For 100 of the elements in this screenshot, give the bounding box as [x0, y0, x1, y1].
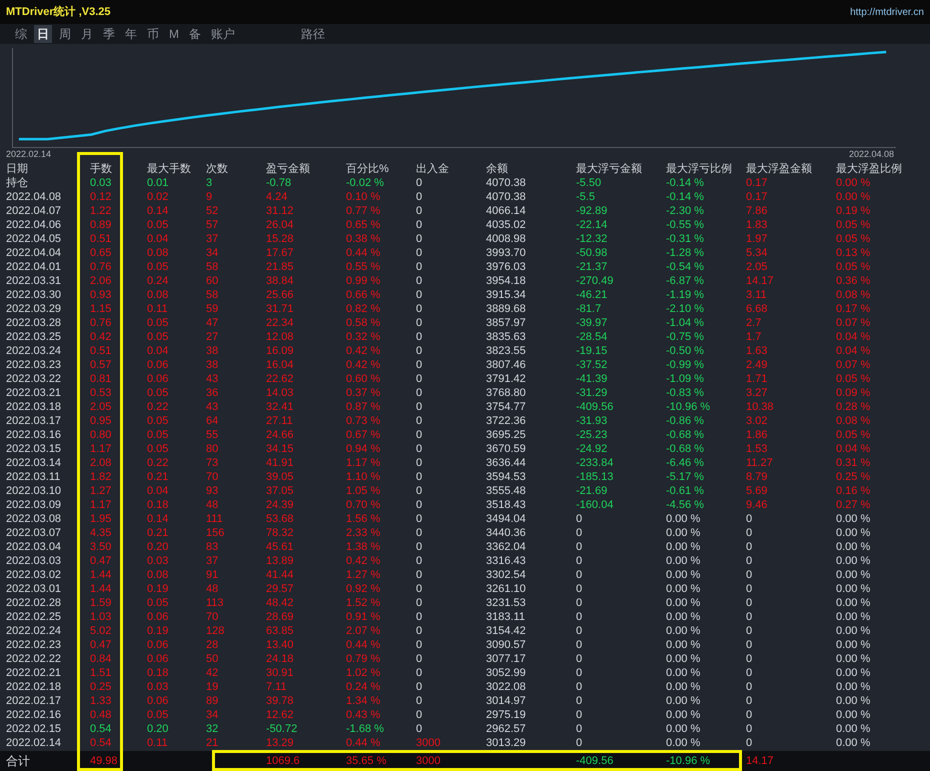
table-cell-text: 31.12 [266, 204, 295, 218]
table-cell-text: 0.00 % [836, 638, 872, 652]
table-cell-text: 38.84 [266, 274, 295, 288]
table-cell-text: 0.81 [89, 372, 112, 386]
table-cell-text: 3835.63 [486, 330, 527, 344]
table-cell-text: 0.57 [89, 358, 112, 372]
table-cell-text: 0.00 % [666, 596, 702, 610]
table-cell-text: 39.78 [266, 694, 295, 708]
table-cell-text: 57 [206, 218, 220, 232]
table-cell-text: 1.22 [89, 204, 112, 218]
table-cell-text: 26.04 [266, 218, 295, 232]
table-cell-text: 70 [206, 470, 220, 484]
table-cell-text: 0 [416, 596, 424, 610]
table-cell-text: 0 [416, 540, 424, 554]
table-cell-text: 0.51 [89, 232, 112, 246]
table-cell-text: 2022.02.18 [6, 680, 62, 694]
table-cell-text: 21 [206, 736, 220, 750]
table-cell-text: 0.03 [147, 680, 170, 694]
table-cell-text: 0.00 % [836, 554, 872, 568]
table-cell-text: 0 [746, 736, 754, 750]
table-cell-text: 0 [416, 442, 424, 456]
table-cell-text: 0 [576, 694, 584, 708]
table-cell-text: 0.22 [147, 400, 170, 414]
table-cell-text: 0.20 [147, 540, 170, 554]
table-cell-text: 2022.02.28 [6, 596, 62, 610]
table-cell-text: -1.68 % [346, 722, 385, 736]
tab[interactable]: 季 [100, 25, 118, 43]
tab[interactable]: 综 [12, 25, 30, 43]
table-cell-text: 1.56 % [346, 512, 382, 526]
table-cell-text: 2022.04.07 [6, 204, 62, 218]
table-cell-text: 38 [206, 358, 220, 372]
tab[interactable]: 年 [122, 25, 140, 43]
table-cell-text: -0.86 % [666, 414, 705, 428]
table-cell-text: 0 [576, 610, 584, 624]
table-cell-text: 32 [206, 722, 220, 736]
column-header: 最大手数 [147, 162, 192, 176]
table-cell-text: 0.94 % [346, 442, 382, 456]
table-cell-text: 3302.54 [486, 568, 527, 582]
table-cell-text: 0.07 % [836, 358, 872, 372]
table-cell-text: 0.00 % [836, 190, 872, 204]
tab[interactable]: 月 [78, 25, 96, 43]
table-cell-text: 2022.03.04 [6, 540, 62, 554]
table-cell-text: -0.78 [266, 176, 292, 190]
table-cell-text: 1069.6 [266, 754, 301, 769]
table-cell-text: 0 [416, 316, 424, 330]
table-cell-text: 3722.36 [486, 414, 527, 428]
table-cell-text: 0.00 % [666, 722, 702, 736]
table-cell-text: 0.82 % [346, 302, 382, 316]
table-cell-text: 0.06 [147, 372, 170, 386]
table-cell-text: 3 [206, 176, 214, 190]
table-cell-text: 0 [416, 666, 424, 680]
tab[interactable]: 账户 [208, 25, 238, 43]
table-cell-text: 0.00 % [666, 694, 702, 708]
website-link[interactable]: http://mtdriver.cn [850, 4, 924, 20]
table-cell-text: 0 [416, 246, 424, 260]
table-cell-text: 0.00 % [836, 568, 872, 582]
table-cell-text: 41.91 [266, 456, 295, 470]
axis-label: 2022.04.08 [848, 148, 894, 160]
table-cell-text: -19.15 [576, 344, 608, 358]
tab[interactable]: M [166, 25, 182, 43]
table-cell-text: 7.11 [266, 680, 288, 694]
tab[interactable]: 周 [56, 25, 74, 43]
table-cell-text: 0 [576, 526, 584, 540]
table-cell-text: 3183.11 [486, 610, 526, 624]
table-cell-text: 0 [416, 498, 424, 512]
column-header: 百分比% [346, 162, 390, 176]
table-cell-text: 2022.02.21 [6, 666, 62, 680]
tab[interactable]: 备 [186, 25, 204, 43]
table-cell-text: -0.75 % [666, 330, 705, 344]
table-cell-text: 0.18 [147, 498, 170, 512]
table-cell-text: 0.48 [89, 708, 112, 722]
table-cell-text: 3857.97 [486, 316, 527, 330]
table-cell-text: 0 [416, 610, 424, 624]
table-cell-text: 0 [576, 554, 584, 568]
table-cell-text: 2.49 [746, 358, 768, 372]
table-cell-text: 3231.53 [486, 596, 527, 610]
table-cell-text: 0.06 [147, 638, 170, 652]
table-cell-text: 52 [206, 204, 220, 218]
table-cell-text: -0.31 % [666, 232, 705, 246]
table-cell-text: -185.13 [576, 470, 614, 484]
tab[interactable]: 路径 [298, 25, 328, 43]
table-cell-text: 0.20 [147, 722, 170, 736]
table-cell-text: 0.05 [147, 708, 170, 722]
table-cell-text: 0 [746, 666, 754, 680]
table-cell-text: -10.96 % [666, 400, 712, 414]
table-cell-text: 3.11 [746, 288, 768, 302]
table-cell-text: -0.83 % [666, 386, 705, 400]
table-cell-text: 7.86 [746, 204, 768, 218]
table-cell-text: 1.17 % [346, 456, 382, 470]
table-cell-text: 0 [416, 694, 424, 708]
table-cell-text: 0.00 % [666, 652, 702, 666]
column-header: 盈亏金额 [266, 162, 311, 176]
table-cell-text: -2.10 % [666, 302, 705, 316]
table-cell-text: 2022.03.17 [6, 414, 62, 428]
table-cell-text: 0 [416, 484, 424, 498]
table-cell-text: 37 [206, 554, 220, 568]
tab[interactable]: 日 [34, 25, 52, 43]
table-cell-text: 0 [416, 386, 424, 400]
table-cell-text: 2022.02.25 [6, 610, 62, 624]
tab[interactable]: 币 [144, 25, 162, 43]
